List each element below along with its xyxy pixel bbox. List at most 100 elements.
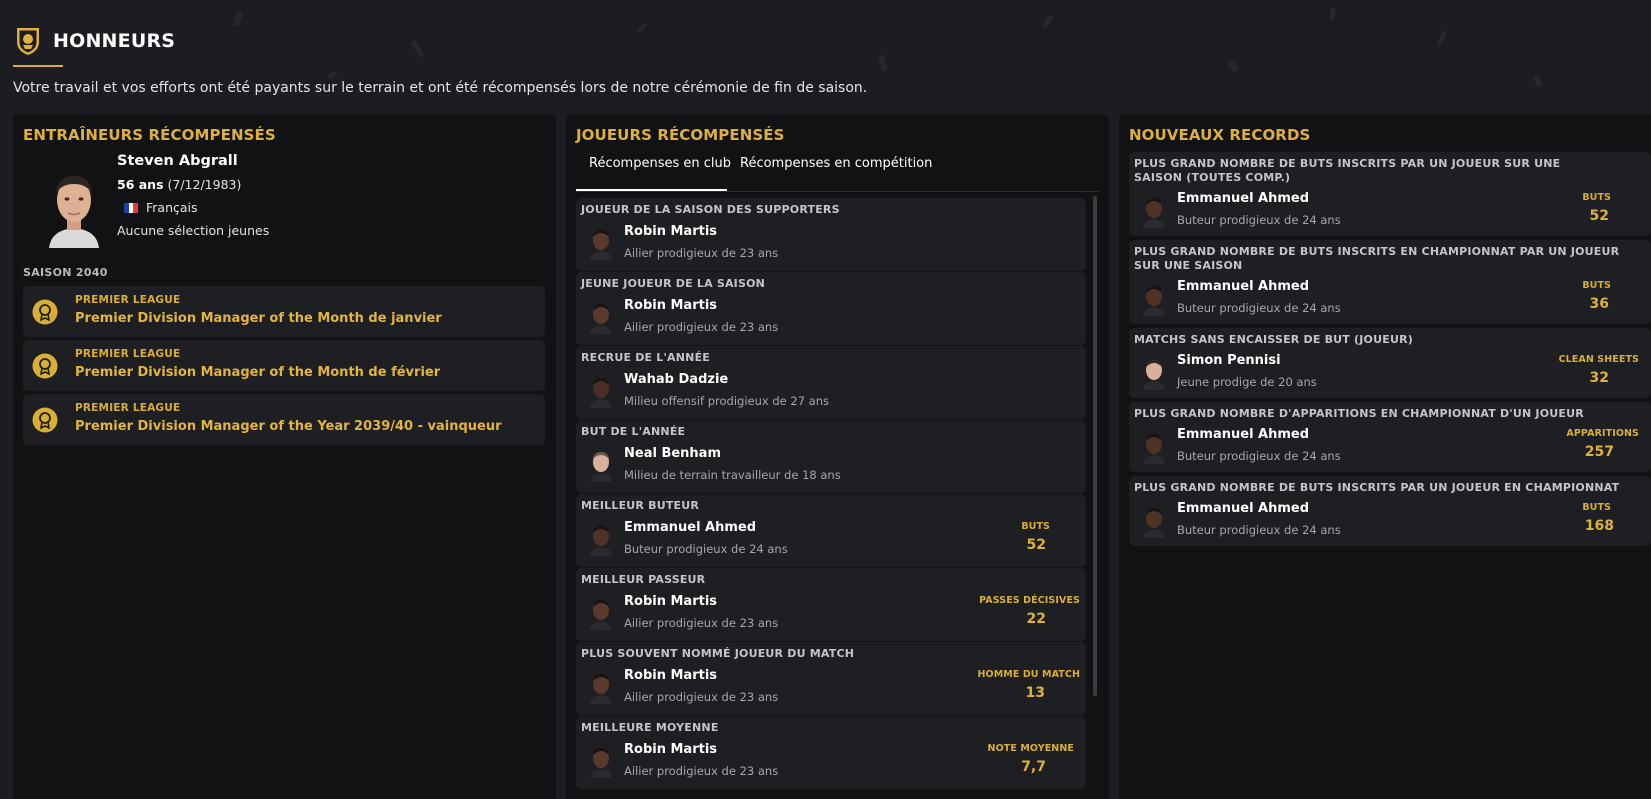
players-panel-title: JOUEURS RÉCOMPENSÉS xyxy=(576,126,785,144)
player-portrait[interactable] xyxy=(1141,430,1167,464)
record-card[interactable]: PLUS GRAND NOMBRE DE BUTS INSCRITS EN CH… xyxy=(1129,240,1651,324)
player-name[interactable]: Neal Benham xyxy=(624,446,721,461)
confetti-decoration xyxy=(1436,29,1448,47)
page-header: HONNEURS xyxy=(14,26,175,56)
player-award-card[interactable]: MEILLEUR PASSEUR Robin Martis Ailier pro… xyxy=(576,568,1086,641)
manager-nationality: Français xyxy=(124,200,198,215)
record-card[interactable]: PLUS GRAND NOMBRE D'APPARITIONS EN CHAMP… xyxy=(1129,402,1651,472)
player-description: Buteur prodigieux de 24 ans xyxy=(624,542,788,556)
player-name[interactable]: Emmanuel Ahmed xyxy=(1177,191,1309,206)
player-name[interactable]: Robin Martis xyxy=(624,742,717,757)
confetti-decoration xyxy=(1328,7,1337,21)
record-title: PLUS GRAND NOMBRE DE BUTS INSCRITS PAR U… xyxy=(1134,157,1561,184)
award-competition: PREMIER LEAGUE xyxy=(75,294,181,306)
player-portrait[interactable] xyxy=(1141,282,1167,316)
manager-youth-caps: Aucune sélection jeunes xyxy=(117,223,270,238)
award-name[interactable]: Premier Division Manager of the Year 203… xyxy=(75,419,502,434)
manager-name[interactable]: Steven Abgrall xyxy=(117,153,238,169)
player-description: Ailier prodigieux de 23 ans xyxy=(624,690,779,704)
player-name[interactable]: Robin Martis xyxy=(624,668,717,683)
player-portrait[interactable] xyxy=(1141,356,1167,390)
player-description: Buteur prodigieux de 24 ans xyxy=(1177,213,1341,227)
manager-portrait[interactable] xyxy=(41,166,107,248)
player-portrait[interactable] xyxy=(588,374,614,408)
medal-icon xyxy=(32,407,58,433)
player-award-card[interactable]: RECRUE DE L'ANNÉE Wahab Dadzie Milieu of… xyxy=(576,346,1086,419)
player-award-card[interactable]: PLUS SOUVENT NOMMÉ JOUEUR DU MATCH Robin… xyxy=(576,642,1086,715)
player-description: Milieu offensif prodigieux de 27 ans xyxy=(624,394,830,408)
player-portrait[interactable] xyxy=(588,670,614,704)
record-title: MATCHS SANS ENCAISSER DE BUT (JOUEUR) xyxy=(1134,333,1413,346)
award-title: RECRUE DE L'ANNÉE xyxy=(581,351,711,364)
confetti-decoration xyxy=(326,70,339,80)
player-portrait[interactable] xyxy=(588,300,614,334)
season-label: SAISON 2040 xyxy=(23,266,108,279)
tab-divider xyxy=(576,191,1099,192)
tab-club-awards[interactable]: Récompenses en club xyxy=(589,156,731,171)
player-portrait[interactable] xyxy=(588,226,614,260)
manager-nationality-label: Français xyxy=(146,200,198,215)
award-competition: PREMIER LEAGUE xyxy=(75,402,181,414)
record-card[interactable]: MATCHS SANS ENCAISSER DE BUT (JOUEUR) Si… xyxy=(1129,328,1651,398)
player-portrait[interactable] xyxy=(588,448,614,482)
record-title: PLUS GRAND NOMBRE DE BUTS INSCRITS EN CH… xyxy=(1134,245,1620,272)
stat-value: 32 xyxy=(1589,370,1609,386)
player-award-card[interactable]: MEILLEURE MOYENNE Robin Martis Ailier pr… xyxy=(576,716,1086,789)
award-title: BUT DE L'ANNÉE xyxy=(581,425,686,438)
awards-scrollbar[interactable] xyxy=(1093,196,1097,696)
page-subtitle: Votre travail et vos efforts ont été pay… xyxy=(13,80,868,96)
player-description: Ailier prodigieux de 23 ans xyxy=(624,320,779,334)
player-name[interactable]: Wahab Dadzie xyxy=(624,372,728,387)
record-title: PLUS GRAND NOMBRE DE BUTS INSCRITS PAR U… xyxy=(1134,481,1620,494)
record-card[interactable]: PLUS GRAND NOMBRE DE BUTS INSCRITS PAR U… xyxy=(1129,152,1651,236)
award-title: PLUS SOUVENT NOMMÉ JOUEUR DU MATCH xyxy=(581,647,855,660)
stat-value: 52 xyxy=(1026,537,1046,553)
player-name[interactable]: Robin Martis xyxy=(624,298,717,313)
record-card[interactable]: PLUS GRAND NOMBRE DE BUTS INSCRITS PAR U… xyxy=(1129,476,1651,546)
stat-label: BUTS xyxy=(1582,280,1611,291)
manager-award-item[interactable]: PREMIER LEAGUE Premier Division Manager … xyxy=(23,394,545,445)
player-award-card[interactable]: BUT DE L'ANNÉE Neal Benham Milieu de ter… xyxy=(576,420,1086,493)
manager-award-item[interactable]: PREMIER LEAGUE Premier Division Manager … xyxy=(23,340,545,391)
player-name[interactable]: Robin Martis xyxy=(624,594,717,609)
player-description: Buteur prodigieux de 24 ans xyxy=(1177,301,1341,315)
player-award-card[interactable]: JEUNE JOUEUR DE LA SAISON Robin Martis A… xyxy=(576,272,1086,345)
confetti-decoration xyxy=(1041,14,1054,30)
player-name[interactable]: Emmanuel Ahmed xyxy=(624,520,756,535)
player-description: Buteur prodigieux de 24 ans xyxy=(1177,449,1341,463)
stat-label: BUTS xyxy=(1582,192,1611,203)
club-crest-icon xyxy=(17,28,39,55)
player-description: Ailier prodigieux de 23 ans xyxy=(624,246,779,260)
player-portrait[interactable] xyxy=(588,596,614,630)
player-description: Buteur prodigieux de 24 ans xyxy=(1177,523,1341,537)
confetti-decoration xyxy=(232,11,244,27)
player-award-card[interactable]: MEILLEUR BUTEUR Emmanuel Ahmed Buteur pr… xyxy=(576,494,1086,567)
records-panel-title: NOUVEAUX RECORDS xyxy=(1129,126,1311,144)
stat-label: HOMME DU MATCH xyxy=(977,669,1080,680)
player-name[interactable]: Emmanuel Ahmed xyxy=(1177,427,1309,442)
coaches-panel-title: ENTRAÎNEURS RÉCOMPENSÉS xyxy=(23,126,276,144)
medal-icon xyxy=(32,353,58,379)
player-description: Ailier prodigieux de 23 ans xyxy=(624,616,779,630)
award-name[interactable]: Premier Division Manager of the Month de… xyxy=(75,365,440,380)
player-name[interactable]: Simon Pennisi xyxy=(1177,353,1281,368)
award-name[interactable]: Premier Division Manager of the Month de… xyxy=(75,311,442,326)
confetti-decoration xyxy=(1226,59,1240,73)
stat-label: BUTS xyxy=(1021,521,1050,532)
confetti-decoration xyxy=(410,39,425,59)
player-name[interactable]: Emmanuel Ahmed xyxy=(1177,501,1309,516)
player-portrait[interactable] xyxy=(588,522,614,556)
player-name[interactable]: Robin Martis xyxy=(624,224,717,239)
tab-competition-awards[interactable]: Récompenses en compétition xyxy=(740,156,932,171)
stat-value: 52 xyxy=(1589,208,1609,224)
stat-label: PASSES DÉCISIVES xyxy=(979,595,1080,606)
award-title: JEUNE JOUEUR DE LA SAISON xyxy=(581,277,766,290)
player-description: Milieu de terrain travailleur de 18 ans xyxy=(624,468,841,482)
player-portrait[interactable] xyxy=(1141,194,1167,228)
player-name[interactable]: Emmanuel Ahmed xyxy=(1177,279,1309,294)
player-award-card[interactable]: JOUEUR DE LA SAISON DES SUPPORTERS Robin… xyxy=(576,198,1086,271)
manager-award-item[interactable]: PREMIER LEAGUE Premier Division Manager … xyxy=(23,286,545,337)
france-flag-icon xyxy=(124,202,139,213)
player-portrait[interactable] xyxy=(588,744,614,778)
player-portrait[interactable] xyxy=(1141,504,1167,538)
